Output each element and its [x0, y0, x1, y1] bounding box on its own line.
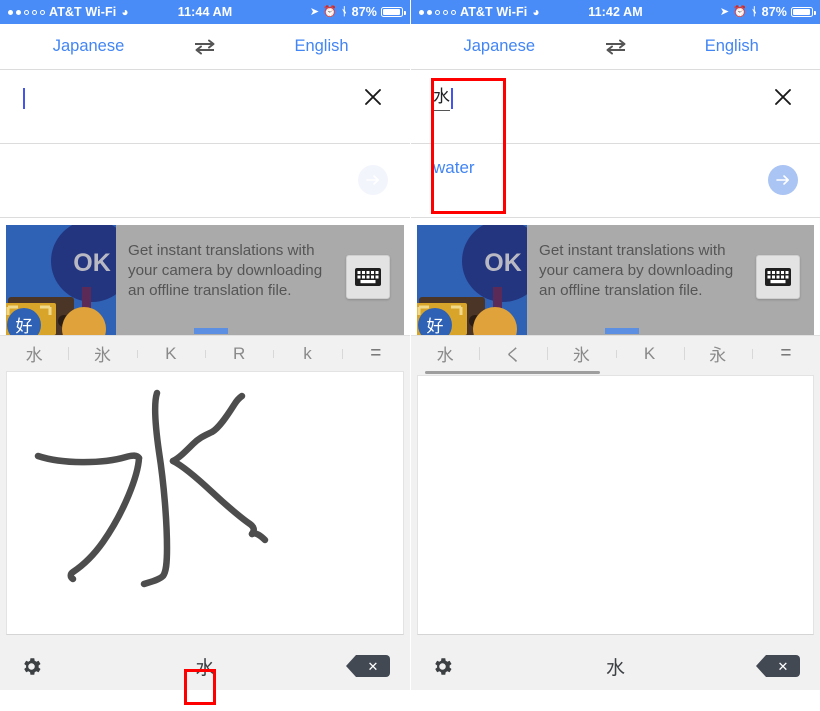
- submit-translate-button[interactable]: [768, 165, 798, 195]
- phone-screen-right: AT&T Wi-Fi ◕ 11:42 AM ➤ ⏰ ᛀ 87% Japanese: [410, 0, 820, 711]
- translation-result-area: water: [411, 144, 820, 218]
- text-cursor: [23, 87, 25, 109]
- source-language-button[interactable]: Japanese: [411, 37, 588, 56]
- suggestion-item-2[interactable]: く: [479, 341, 547, 366]
- handwriting-strokes: [34, 389, 269, 588]
- swap-languages-icon[interactable]: [177, 37, 233, 57]
- keyboard-icon[interactable]: [346, 255, 390, 299]
- battery-percent-label: 87%: [761, 5, 787, 19]
- location-arrow-icon: ➤: [309, 5, 320, 18]
- camera-translation-promo-banner[interactable]: 好 OK Get instant translations with your …: [6, 225, 404, 335]
- suggestion-strip-wrap: 水 く 氷 K 永 =: [411, 335, 820, 375]
- input-text-row: [22, 86, 25, 110]
- suggestion-item-1[interactable]: 水: [0, 341, 68, 366]
- target-language-button[interactable]: English: [644, 37, 820, 56]
- status-indicators: ➤ ⏰ ᛀ 87%: [310, 5, 410, 19]
- status-bar: AT&T Wi-Fi ◕ 11:42 AM ➤ ⏰ ᛀ 87%: [411, 0, 820, 24]
- status-bar: AT&T Wi-Fi ◕ 11:44 AM ➤ ⏰ ᛀ 87%: [0, 0, 410, 24]
- handwriting-zone: [411, 375, 820, 642]
- input-text-row: 水: [433, 85, 453, 111]
- alarm-clock-icon: ⏰: [733, 5, 747, 18]
- source-language-button[interactable]: Japanese: [0, 37, 177, 56]
- target-language-button[interactable]: English: [233, 37, 410, 56]
- suggestion-item-1[interactable]: 水: [411, 341, 479, 366]
- wifi-icon: ◕: [532, 5, 540, 19]
- language-bar: Japanese English: [411, 24, 820, 70]
- translation-input-area[interactable]: [0, 70, 410, 144]
- signal-strength-icon: [8, 9, 45, 15]
- suggestion-item-5[interactable]: 永: [683, 341, 752, 366]
- keyboard-bottom-bar: 水 ✕: [0, 642, 410, 690]
- suggestion-item-4[interactable]: R: [204, 344, 273, 364]
- carrier-label: AT&T Wi-Fi: [49, 5, 117, 19]
- recognized-character-button[interactable]: 水: [554, 652, 677, 681]
- settings-button[interactable]: [411, 655, 554, 678]
- settings-button[interactable]: [0, 655, 143, 678]
- keyboard-bottom-bar: 水 ✕: [411, 642, 820, 690]
- backspace-button[interactable]: ✕: [267, 655, 410, 677]
- carrier-label: AT&T Wi-Fi: [460, 5, 528, 19]
- handwriting-zone: [0, 371, 410, 642]
- promo-art-ok: OK: [484, 249, 522, 277]
- location-arrow-icon: ➤: [719, 5, 730, 18]
- translation-result-area: [0, 144, 410, 218]
- language-bar: Japanese English: [0, 24, 410, 70]
- phone-screen-left: AT&T Wi-Fi ◕ 11:44 AM ➤ ⏰ ᛀ 87% Japanese: [0, 0, 410, 711]
- keyboard-icon[interactable]: [756, 255, 800, 299]
- submit-translate-button[interactable]: [358, 165, 388, 195]
- status-carrier-group: AT&T Wi-Fi ◕: [0, 5, 129, 19]
- suggestion-strip-wrap: 水 氷 K R k =: [0, 335, 410, 371]
- suggestion-item-3[interactable]: K: [136, 344, 205, 364]
- gear-icon: [435, 657, 452, 675]
- backspace-icon: ✕: [756, 655, 800, 677]
- text-cursor: [451, 87, 453, 109]
- status-carrier-group: AT&T Wi-Fi ◕: [411, 5, 540, 19]
- signal-strength-icon: [419, 9, 456, 15]
- camera-translation-promo-banner[interactable]: 好 OK Get instant translations with your …: [417, 225, 814, 335]
- promo-art-character: 好: [16, 317, 33, 335]
- suggestion-item-2[interactable]: 氷: [68, 341, 136, 366]
- handwriting-canvas[interactable]: [417, 375, 814, 635]
- translation-result-text: water: [433, 158, 475, 177]
- battery-icon: [381, 7, 406, 17]
- promo-art-character: 好: [427, 317, 444, 335]
- suggestion-item-3[interactable]: 氷: [547, 341, 615, 366]
- clear-input-button[interactable]: [770, 84, 796, 110]
- bluetooth-icon: ᛀ: [340, 5, 348, 18]
- suggestion-strip[interactable]: 水 く 氷 K 永 =: [411, 335, 820, 371]
- backspace-icon: ✕: [345, 655, 390, 677]
- clear-input-button[interactable]: [360, 84, 386, 110]
- suggestion-menu-icon[interactable]: =: [341, 343, 410, 365]
- alarm-clock-icon: ⏰: [323, 5, 337, 18]
- promo-illustration: 好 OK: [6, 225, 116, 335]
- handwriting-canvas[interactable]: [6, 371, 404, 635]
- suggestion-menu-icon[interactable]: =: [751, 343, 820, 365]
- promo-text: Get instant translations with your camer…: [128, 242, 323, 300]
- promo-art-ok: OK: [73, 249, 111, 277]
- swap-languages-icon[interactable]: [588, 37, 644, 57]
- battery-icon: [791, 7, 816, 17]
- recognized-character-label: 水: [605, 657, 625, 679]
- suggestion-item-4[interactable]: K: [615, 344, 684, 364]
- backspace-button[interactable]: ✕: [677, 655, 820, 677]
- bluetooth-icon: ᛀ: [750, 5, 758, 18]
- translation-input-area[interactable]: 水: [411, 70, 820, 144]
- search-input[interactable]: 水: [433, 85, 450, 111]
- promo-illustration: 好 OK: [417, 225, 527, 335]
- screenshot-pair: AT&T Wi-Fi ◕ 11:44 AM ➤ ⏰ ᛀ 87% Japanese: [0, 0, 820, 711]
- recognized-character-button[interactable]: 水: [143, 652, 266, 681]
- promo-action-link[interactable]: [605, 328, 639, 334]
- battery-percent-label: 87%: [351, 5, 377, 19]
- gear-icon: [24, 657, 41, 675]
- status-indicators: ➤ ⏰ ᛀ 87%: [720, 5, 820, 19]
- suggestion-item-5[interactable]: k: [273, 344, 341, 364]
- promo-text: Get instant translations with your camer…: [539, 242, 734, 300]
- wifi-icon: ◕: [121, 5, 129, 19]
- recognized-character-label: 水: [195, 657, 215, 679]
- promo-action-link[interactable]: [194, 328, 228, 334]
- suggestion-strip[interactable]: 水 氷 K R k =: [0, 335, 410, 371]
